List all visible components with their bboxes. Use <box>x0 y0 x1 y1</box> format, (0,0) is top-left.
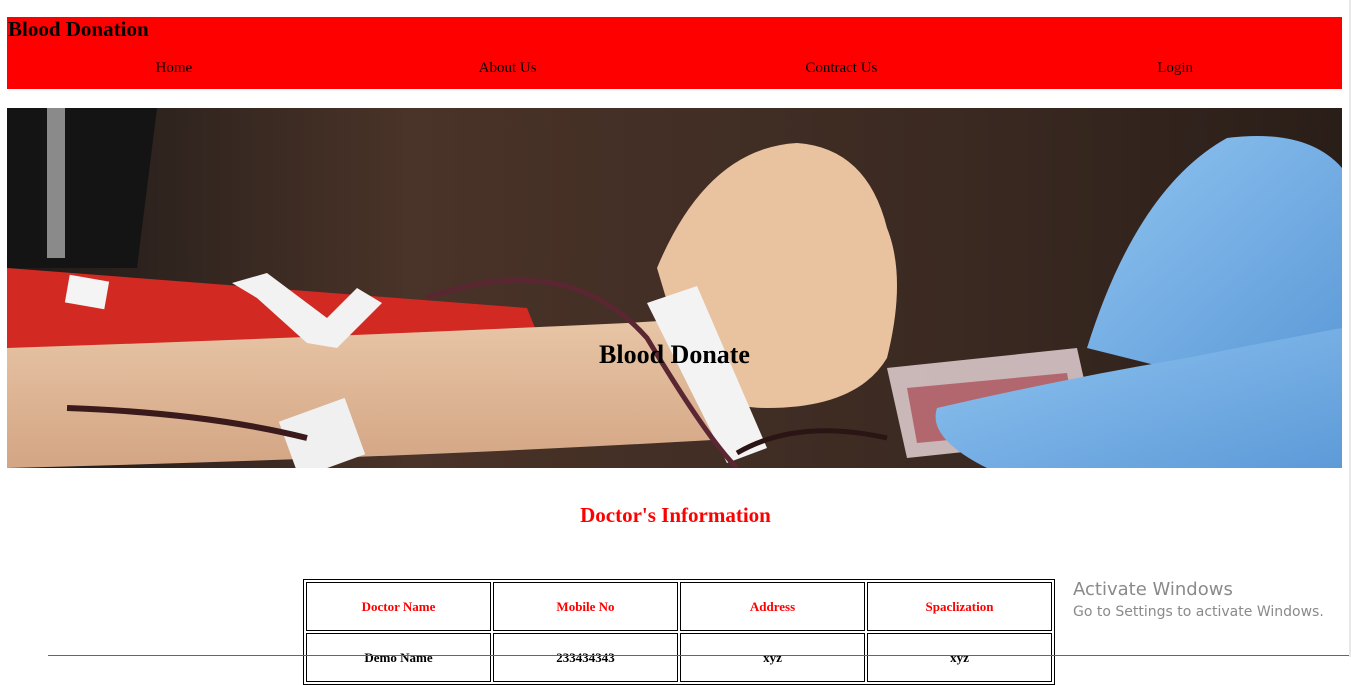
table-cell: 233434343 <box>493 633 678 682</box>
table-row: Demo Name 233434343 xyz xyz <box>306 633 1052 682</box>
brand-title: Blood Donation <box>8 17 149 41</box>
doctors-table: Doctor Name Mobile No Address Spaclizati… <box>303 579 1055 685</box>
hero-title: Blood Donate <box>599 340 750 369</box>
nav-contact-link[interactable]: Contract Us <box>675 59 1009 79</box>
hero-banner: Blood Donate <box>7 108 1342 468</box>
watermark-subtitle: Go to Settings to activate Windows. <box>1073 604 1324 620</box>
blood-donation-photo <box>7 108 1342 468</box>
nav-about-link[interactable]: About Us <box>341 59 675 79</box>
main-nav: Home About Us Contract Us Login <box>7 59 1342 79</box>
nav-login-link[interactable]: Login <box>1008 59 1342 79</box>
column-header: Mobile No <box>493 582 678 631</box>
table-header-row: Doctor Name Mobile No Address Spaclizati… <box>306 582 1052 631</box>
nav-home-link[interactable]: Home <box>7 59 341 79</box>
watermark-title: Activate Windows <box>1073 579 1233 600</box>
table-cell: xyz <box>867 633 1052 682</box>
divider <box>48 655 1351 656</box>
site-header: Blood Donation Home About Us Contract Us… <box>7 17 1342 89</box>
table-cell: xyz <box>680 633 865 682</box>
doctors-section-title: Doctor's Information <box>580 503 771 527</box>
column-header: Spaclization <box>867 582 1052 631</box>
activation-watermark: Activate Windows Go to Settings to activ… <box>1073 579 1324 621</box>
table-cell: Demo Name <box>306 633 491 682</box>
column-header: Address <box>680 582 865 631</box>
column-header: Doctor Name <box>306 582 491 631</box>
